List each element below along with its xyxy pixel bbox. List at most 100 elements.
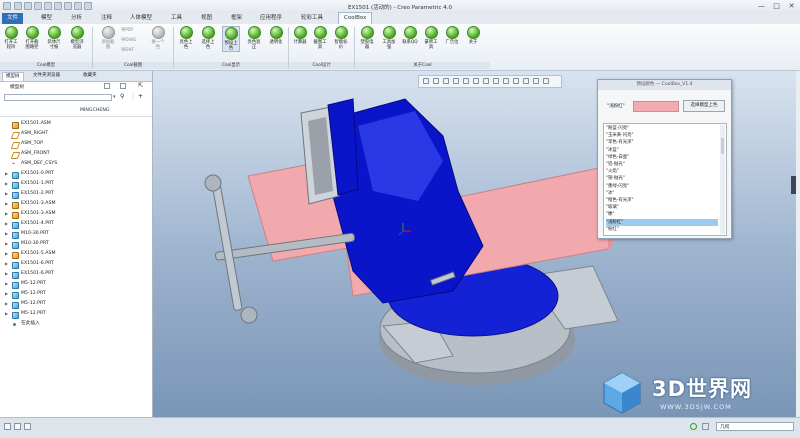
color-option[interactable]: "绿色-白蛋" xyxy=(606,154,718,161)
color-option[interactable]: "冰" xyxy=(606,190,718,197)
tree-item[interactable]: ▶ EX1501-3.ASM xyxy=(0,209,152,219)
smart-price-button[interactable]: 智能标价 xyxy=(333,26,349,50)
plastic-electric-button[interactable]: 塑胶电器 xyxy=(359,26,375,50)
expand-arrow-icon[interactable]: ▶ xyxy=(5,209,8,219)
navigator-toggle-icon[interactable] xyxy=(4,423,11,430)
expand-arrow-icon[interactable]: ▶ xyxy=(5,299,8,309)
color-option[interactable]: "玻璃" xyxy=(606,204,718,211)
bright-fix-button[interactable]: 亮色遮正 xyxy=(246,26,262,50)
expand-arrow-icon[interactable]: ▶ xyxy=(5,169,8,179)
tree-columns-icon[interactable] xyxy=(120,83,126,89)
contact-qq-button[interactable]: 联系QQ xyxy=(402,26,418,45)
tab-color-tools[interactable]: 轮彩工具 xyxy=(296,13,328,24)
add-screenshot-button[interactable]: 添加截图 xyxy=(100,26,116,50)
tree-item[interactable]: ▶ EX1501-4.PRT xyxy=(0,219,152,229)
close-button[interactable]: ✕ xyxy=(787,2,796,10)
tree-item[interactable]: ▶ EX1501-0.PRT xyxy=(0,169,152,179)
fullscreen-toggle-icon[interactable] xyxy=(24,423,31,430)
expand-arrow-icon[interactable]: ▶ xyxy=(5,289,8,299)
list-scrollbar-thumb[interactable] xyxy=(721,138,724,154)
transparency-button[interactable]: 透明化 xyxy=(268,26,284,45)
selection-filter-icon[interactable] xyxy=(702,423,709,430)
color-list[interactable]: "粉蓝-闪亮" "玉米黄-闪亮" "苹色-有光泽" "冰蓝" "绿色-白蛋" "铝-抛光"… xyxy=(603,123,727,236)
expand-arrow-icon[interactable]: ▶ xyxy=(5,279,8,289)
bright-color-button[interactable]: 亮色上色 xyxy=(178,26,194,50)
tab-folder-browser[interactable]: 文件夹浏览器 xyxy=(30,72,63,80)
tab-model-tree[interactable]: 模型树 xyxy=(2,72,24,81)
tab-file[interactable]: 文件 xyxy=(2,13,24,24)
add-icon[interactable]: + xyxy=(138,93,143,100)
color-option[interactable]: "墨绿-闪亮" xyxy=(606,183,718,190)
open-workdir-button[interactable]: 打开工程目 xyxy=(3,26,19,50)
tree-item[interactable]: 在此插入 xyxy=(0,319,152,329)
tree-item[interactable]: ▶ M5-12.PRT xyxy=(0,309,152,319)
tree-item[interactable]: ▶ M5-12.PRT xyxy=(0,299,152,309)
tab-analysis[interactable]: 分析 xyxy=(66,13,87,24)
color-option[interactable]: "粉蓝-闪亮" xyxy=(606,125,718,132)
select-color-button[interactable]: 选择上色 xyxy=(200,26,216,50)
tool-enhance-button[interactable]: 工具加强 xyxy=(381,26,397,50)
tree-item[interactable]: ▶ M5-12.PRT xyxy=(0,289,152,299)
expand-arrow-icon[interactable]: ▶ xyxy=(5,179,8,189)
tree-item[interactable]: ⌖ ASM_DEF_CSYS xyxy=(0,159,152,169)
expand-arrow-icon[interactable]: ▶ xyxy=(5,219,8,229)
tab-framework[interactable]: 框架 xyxy=(226,13,247,24)
color-option[interactable]: "苹色-有光泽" xyxy=(606,139,718,146)
tree-item[interactable]: ▶ EX1501-2.PRT xyxy=(0,189,152,199)
color-option[interactable]: "浅粉红" xyxy=(606,218,718,226)
color-option[interactable]: "玉米黄-闪亮" xyxy=(606,132,718,139)
tree-item[interactable]: ▶ EX1501-6.PRT xyxy=(0,259,152,269)
tab-view[interactable]: 视图 xyxy=(196,13,217,24)
tree-item[interactable]: ▶ M10-30.PRT xyxy=(0,229,152,239)
expand-arrow-icon[interactable]: ▶ xyxy=(5,239,8,249)
tree-item[interactable]: ▶ EX1501-3.ASM xyxy=(0,199,152,209)
tab-favorites[interactable]: 收藏夹 xyxy=(80,72,100,80)
apply-color-button[interactable]: 选择模型上色 xyxy=(683,100,725,112)
expand-arrow-icon[interactable]: ▶ xyxy=(5,189,8,199)
tree-settings-icon[interactable] xyxy=(104,83,110,89)
color-option[interactable]: "铝-抛光" xyxy=(606,161,718,168)
expand-arrow-icon[interactable]: ▶ xyxy=(5,229,8,239)
body-dimension-report-button[interactable]: 装体尺寸报 xyxy=(46,26,62,50)
chevron-down-icon[interactable]: ▾ xyxy=(113,94,116,100)
master-tools-button[interactable]: 豪师工具 xyxy=(423,26,439,50)
tab-manikin[interactable]: 人体模型 xyxy=(125,13,157,24)
color-option[interactable]: "冰蓝" xyxy=(606,147,718,154)
open-screenshot-path-button[interactable]: 打开截图路径 xyxy=(24,26,40,50)
ad-slot-button[interactable]: 广告位 xyxy=(444,26,460,45)
tree-show-icon[interactable]: ⇱ xyxy=(138,82,143,89)
tree-item[interactable]: ASM_RIGHT xyxy=(0,129,152,139)
expand-arrow-icon[interactable]: ▶ xyxy=(5,309,8,319)
calculator-button[interactable]: 计算器 xyxy=(292,26,308,45)
color-option[interactable]: "粉红" xyxy=(606,226,718,233)
side-panel-handle[interactable] xyxy=(791,176,796,194)
expand-arrow-icon[interactable]: ▶ xyxy=(5,269,8,279)
selection-filter-dropdown[interactable]: 几何 xyxy=(716,422,794,431)
model-browser-button[interactable]: 模型浏览器 xyxy=(69,26,85,50)
about-button[interactable]: 关于 xyxy=(465,26,481,45)
tree-item[interactable]: ▶ M10-30.PRT xyxy=(0,239,152,249)
tree-item[interactable]: ASM_FRONT xyxy=(0,149,152,159)
color-option[interactable]: "铜-抛光" xyxy=(606,175,718,182)
export-dxf-button[interactable]: 导DXF xyxy=(121,47,134,53)
swap-color-button[interactable]: 换一个色 xyxy=(150,26,166,50)
tree-item[interactable]: ▶ EX1501-5.ASM xyxy=(0,249,152,259)
color-option[interactable]: "橡" xyxy=(606,211,718,218)
expand-arrow-icon[interactable]: ▶ xyxy=(5,199,8,209)
tab-model[interactable]: 模型 xyxy=(36,13,57,24)
tree-item[interactable]: ASM_TOP xyxy=(0,139,152,149)
export-pdf-button[interactable]: 导PDF xyxy=(121,27,134,33)
export-dwg-button[interactable]: 导DWG xyxy=(121,37,136,43)
tree-item[interactable]: ▶ M5-12.PRT xyxy=(0,279,152,289)
browser-toggle-icon[interactable] xyxy=(14,423,21,430)
color-option[interactable]: "火焰" xyxy=(606,168,718,175)
filter-icon[interactable]: ⋮ xyxy=(130,93,136,100)
tree-item[interactable]: ▶ EX1501-1.PRT xyxy=(0,179,152,189)
tab-annotate[interactable]: 注释 xyxy=(96,13,117,24)
regen-status-icon[interactable] xyxy=(690,423,697,430)
tab-applications[interactable]: 应用程序 xyxy=(255,13,287,24)
tree-item[interactable]: EX1501.ASM xyxy=(0,119,152,129)
expand-arrow-icon[interactable]: ▶ xyxy=(5,259,8,269)
tab-tools[interactable]: 工具 xyxy=(166,13,187,24)
screenshot-tool-button[interactable]: 截图工具 xyxy=(312,26,328,50)
